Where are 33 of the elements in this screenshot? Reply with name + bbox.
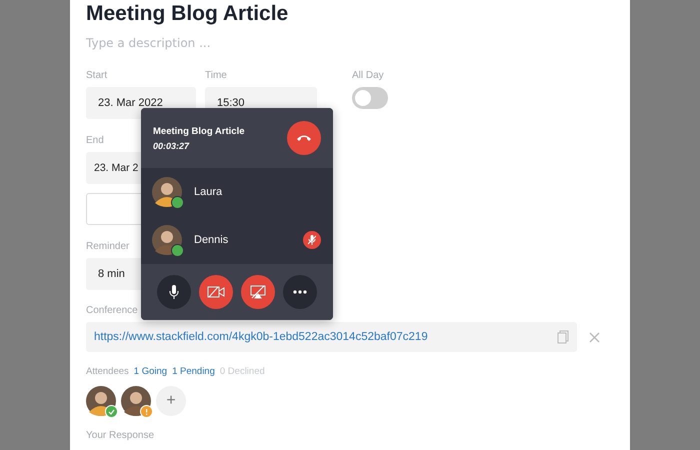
online-dot <box>171 196 184 209</box>
microphone-icon <box>168 285 180 299</box>
hang-up-button[interactable] <box>287 121 321 155</box>
going-count-link[interactable]: 1 Going <box>134 366 168 377</box>
check-icon <box>108 408 115 414</box>
pending-icon <box>145 408 148 414</box>
phone-icon <box>296 134 312 142</box>
camera-off-icon <box>207 286 225 298</box>
conference-url-field[interactable]: https://www.stackfield.com/4kgk0b-1ebd522ac3014c52baf07c219 <box>86 322 577 352</box>
field-label: All Day <box>352 70 384 81</box>
participant-name: Dennis <box>194 234 230 246</box>
attendees-label: Attendees <box>86 366 129 377</box>
add-attendee-button[interactable]: + <box>156 386 186 416</box>
field-label: Time <box>205 70 227 81</box>
camera-toggle-button[interactable] <box>199 275 233 309</box>
screen-share-off-icon <box>250 285 266 299</box>
conference-link[interactable]: https://www.stackfield.com/4kgk0b-1ebd522ac3014c52baf07c219 <box>94 331 428 343</box>
call-duration: 00:03:27 <box>153 140 190 150</box>
field-label: Conference <box>86 305 138 316</box>
all-day-toggle[interactable] <box>352 87 388 109</box>
online-dot <box>171 244 184 257</box>
participant-name: Laura <box>194 186 224 198</box>
field-label: Reminder <box>86 241 130 252</box>
call-title: Meeting Blog Article <box>153 126 244 136</box>
more-toggle-button[interactable] <box>283 275 317 309</box>
field-label: End <box>86 135 104 146</box>
screen-toggle-button[interactable] <box>241 275 275 309</box>
field-label: Start <box>86 70 108 81</box>
mic-toggle-button[interactable] <box>157 275 191 309</box>
pending-count-link[interactable]: 1 Pending <box>172 366 215 377</box>
event-title: Meeting Blog Article <box>86 2 290 26</box>
section-label: Your Response <box>86 430 154 441</box>
more-icon <box>293 290 307 294</box>
